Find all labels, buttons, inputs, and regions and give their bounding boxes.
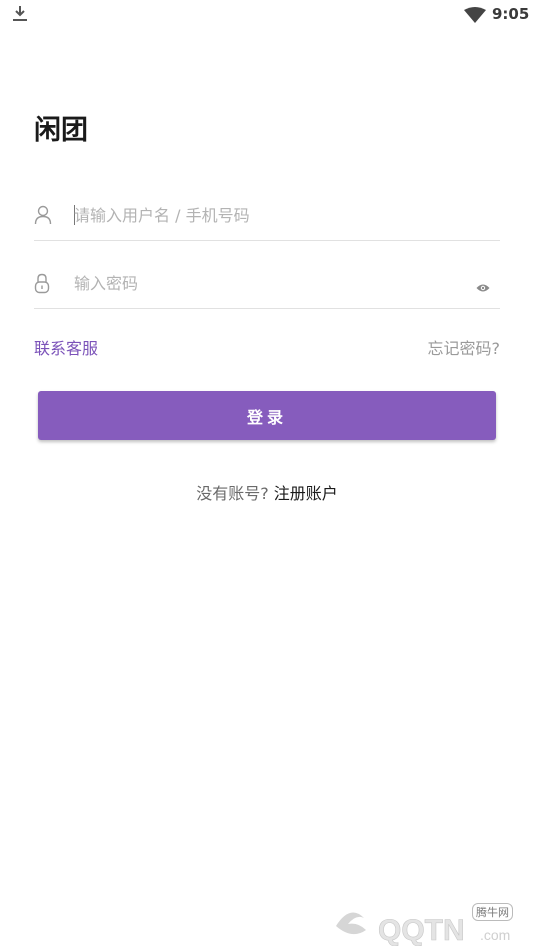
- login-button[interactable]: 登录: [38, 391, 496, 440]
- register-link[interactable]: 注册账户: [274, 484, 338, 503]
- svg-text:.com: .com: [480, 927, 510, 943]
- lock-icon: [34, 273, 50, 298]
- watermark-logo: QQTN .com 腾牛网: [330, 896, 530, 947]
- status-bar: 9:05: [0, 0, 534, 30]
- forgot-password-link[interactable]: 忘记密码?: [428, 335, 501, 359]
- download-icon: [12, 5, 28, 27]
- register-row: 没有账号? 注册账户: [0, 480, 534, 504]
- no-account-text: 没有账号?: [196, 484, 269, 503]
- password-field[interactable]: [34, 260, 500, 309]
- username-field[interactable]: [34, 192, 500, 241]
- app-title: 闲团: [34, 115, 88, 146]
- link-row: 联系客服 忘记密码?: [34, 335, 501, 359]
- eye-icon[interactable]: [476, 278, 490, 297]
- password-input[interactable]: [74, 268, 454, 298]
- wifi-icon: [464, 7, 486, 27]
- contact-support-link[interactable]: 联系客服: [34, 335, 98, 359]
- svg-text:QQTN: QQTN: [378, 914, 465, 946]
- watermark-label: 腾牛网: [472, 903, 513, 921]
- username-input[interactable]: [74, 200, 454, 230]
- user-icon: [34, 205, 52, 229]
- status-time: 9:05: [492, 5, 530, 23]
